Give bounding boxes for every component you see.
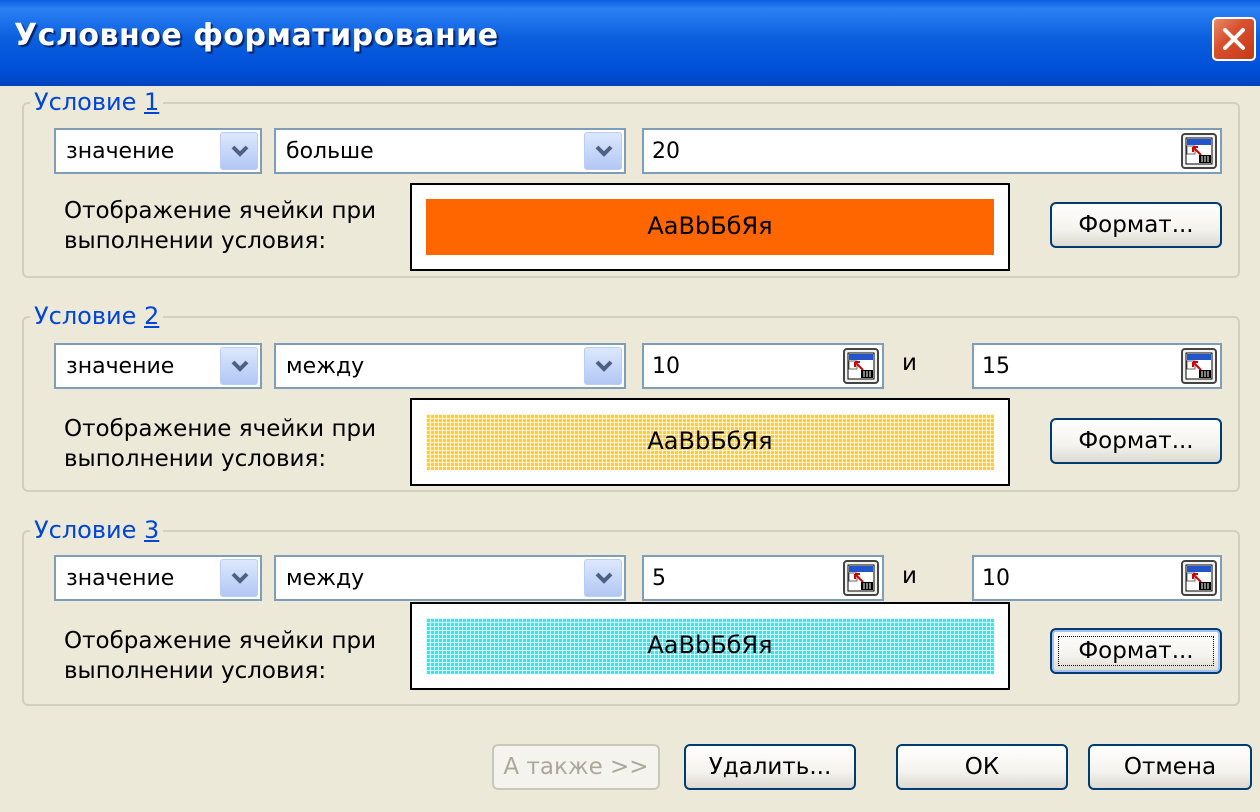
field-value: 5 xyxy=(652,566,666,591)
condition-2-type-select[interactable]: значение xyxy=(54,343,262,389)
condition-3-preview: АaBbБбЯя xyxy=(410,602,1010,690)
dropdown-button[interactable] xyxy=(584,132,622,170)
conditional-formatting-dialog: Условное форматирование Условие 1 значен… xyxy=(0,0,1260,812)
also-button[interactable]: А также >> xyxy=(492,744,660,790)
dropdown-button[interactable] xyxy=(220,559,258,597)
preview-label-line2: выполнении условия: xyxy=(64,446,327,472)
range-select-button[interactable] xyxy=(843,560,879,596)
field-value: 10 xyxy=(652,354,680,379)
collapse-dialog-icon xyxy=(1185,564,1213,592)
chevron-down-icon xyxy=(231,360,249,372)
dropdown-button[interactable] xyxy=(220,132,258,170)
cancel-button[interactable]: Отмена xyxy=(1088,744,1252,790)
condition-1-format-button[interactable]: Формат... xyxy=(1050,202,1222,248)
sample-text: АaBbБбЯя xyxy=(647,212,773,240)
preview-label-line1: Отображение ячейки при xyxy=(64,628,377,654)
preview-swatch: АaBbБбЯя xyxy=(426,618,994,674)
close-icon xyxy=(1223,28,1245,50)
field-value: 15 xyxy=(982,354,1010,379)
title-bar[interactable]: Условное форматирование xyxy=(0,0,1260,86)
collapse-dialog-icon xyxy=(847,352,875,380)
condition-1-preview: АaBbБбЯя xyxy=(410,183,1010,271)
condition-2-format-button[interactable]: Формат... xyxy=(1050,418,1222,464)
condition-3-type-select[interactable]: значение xyxy=(54,555,262,601)
chevron-down-icon xyxy=(231,572,249,584)
collapse-dialog-icon xyxy=(1185,352,1213,380)
ok-button[interactable]: ОК xyxy=(896,744,1068,790)
condition-2-value-from-field[interactable]: 10 xyxy=(642,343,884,389)
dropdown-button[interactable] xyxy=(220,347,258,385)
range-select-button[interactable] xyxy=(1181,133,1217,169)
sample-text: АaBbБбЯя xyxy=(647,427,773,455)
condition-1-operator-select[interactable]: больше xyxy=(274,128,626,174)
condition-1-type-select[interactable]: значение xyxy=(54,128,262,174)
condition-1-legend: Условие 1 xyxy=(30,88,164,116)
select-value: между xyxy=(286,566,365,591)
preview-label-line2: выполнении условия: xyxy=(64,658,327,684)
condition-3-operator-select[interactable]: между xyxy=(274,555,626,601)
preview-swatch: АaBbБбЯя xyxy=(426,414,994,470)
chevron-down-icon xyxy=(595,572,613,584)
select-value: значение xyxy=(66,354,175,379)
delete-button[interactable]: Удалить... xyxy=(684,744,856,790)
condition-2-operator-select[interactable]: между xyxy=(274,343,626,389)
dropdown-button[interactable] xyxy=(584,347,622,385)
chevron-down-icon xyxy=(595,145,613,157)
select-value: значение xyxy=(66,139,175,164)
preview-label-line1: Отображение ячейки при xyxy=(64,416,377,442)
condition-3-value-from-field[interactable]: 5 xyxy=(642,555,884,601)
condition-3-legend: Условие 3 xyxy=(30,516,164,544)
select-value: между xyxy=(286,354,365,379)
collapse-dialog-icon xyxy=(847,564,875,592)
range-select-button[interactable] xyxy=(1181,348,1217,384)
field-value: 10 xyxy=(982,566,1010,591)
preview-label-line1: Отображение ячейки при xyxy=(64,198,377,224)
condition-3-format-button[interactable]: Формат... xyxy=(1050,628,1222,674)
condition-2-legend: Условие 2 xyxy=(30,302,164,330)
range-select-button[interactable] xyxy=(1181,560,1217,596)
condition-2-preview: АaBbБбЯя xyxy=(410,398,1010,486)
condition-2-value-to-field[interactable]: 15 xyxy=(972,343,1222,389)
chevron-down-icon xyxy=(231,145,249,157)
focus-rect xyxy=(1058,636,1214,666)
preview-swatch: АaBbБбЯя xyxy=(426,199,994,255)
and-connector: и xyxy=(902,563,917,589)
condition-3-value-to-field[interactable]: 10 xyxy=(972,555,1222,601)
sample-text: АaBbБбЯя xyxy=(647,631,773,659)
preview-label-line2: выполнении условия: xyxy=(64,228,327,254)
select-value: значение xyxy=(66,566,175,591)
collapse-dialog-icon xyxy=(1185,137,1213,165)
close-button[interactable] xyxy=(1212,17,1256,61)
and-connector: и xyxy=(902,350,917,376)
condition-1-value-field[interactable]: 20 xyxy=(642,128,1222,174)
range-select-button[interactable] xyxy=(843,348,879,384)
chevron-down-icon xyxy=(595,360,613,372)
dialog-title: Условное форматирование xyxy=(14,18,499,53)
dropdown-button[interactable] xyxy=(584,559,622,597)
field-value: 20 xyxy=(652,139,680,164)
select-value: больше xyxy=(286,139,374,164)
